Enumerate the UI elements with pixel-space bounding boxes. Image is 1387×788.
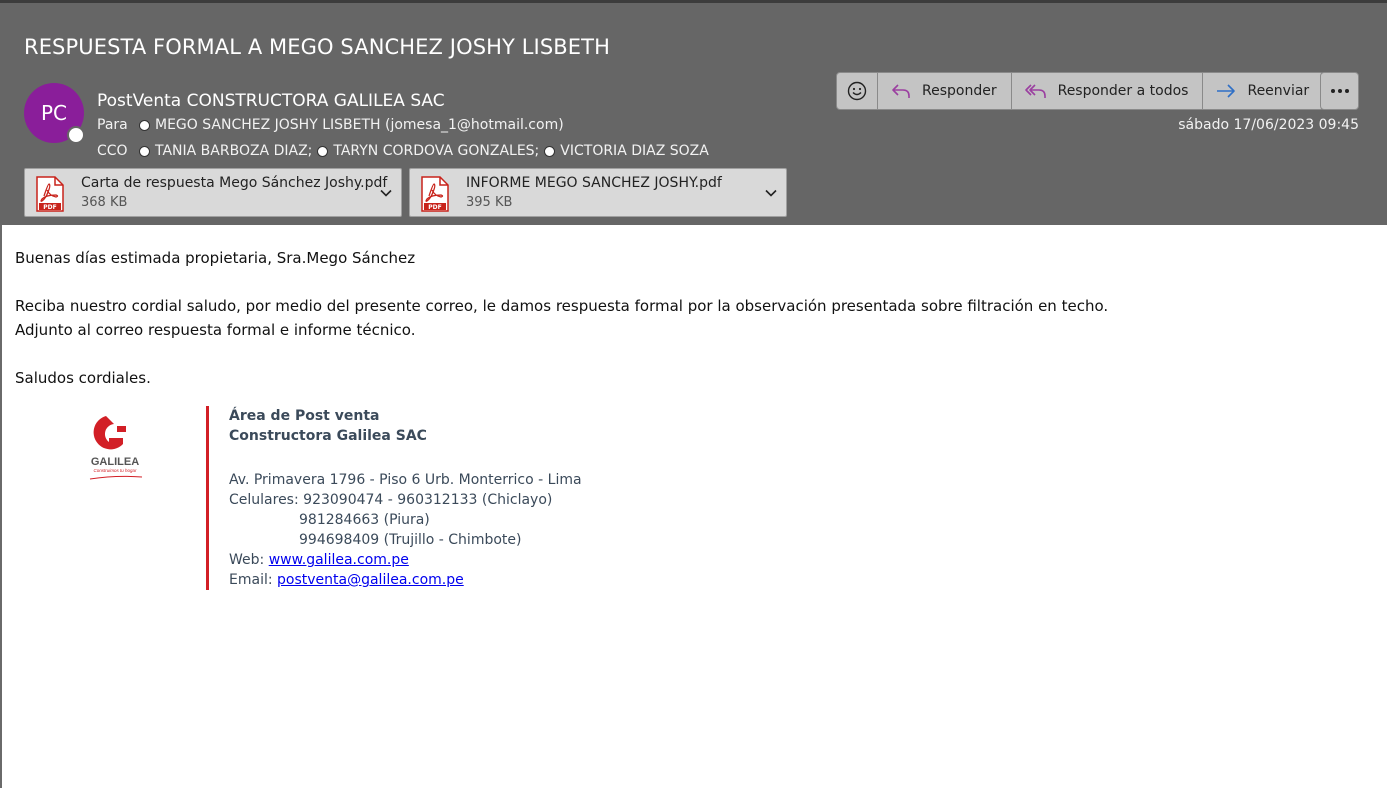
cco-row: CCO TANIA BARBOZA DIAZ; TARYN CORDOVA GO… <box>97 143 709 159</box>
body-paragraph: Adjunto al correo respuesta formal e inf… <box>15 321 416 339</box>
phones-label: Celulares: <box>229 492 304 508</box>
signature-area: Área de Post venta <box>229 408 380 424</box>
svg-text:PDF: PDF <box>43 204 56 211</box>
reply-icon <box>892 84 910 98</box>
signature-phones: Celulares: 923090474 - 960312133 (Chicla… <box>229 490 582 510</box>
more-actions-button[interactable] <box>1320 72 1359 110</box>
pdf-icon: PDF <box>36 176 64 212</box>
logo-tagline: Construimos tu hogar <box>93 468 137 473</box>
galilea-logo: GALILEA Construimos tu hogar <box>89 416 143 480</box>
reply-all-button[interactable]: Responder a todos <box>1011 72 1204 110</box>
forward-button[interactable]: Reenviar <box>1203 72 1325 110</box>
cco-recipient[interactable]: TANIA BARBOZA DIAZ; <box>155 143 312 159</box>
svg-text:PDF: PDF <box>428 204 441 211</box>
smiley-icon <box>847 81 867 101</box>
signature-address: Av. Primavera 1796 - Piso 6 Urb. Monterr… <box>229 472 582 488</box>
attachment-size: 395 KB <box>466 195 513 210</box>
reply-all-label: Responder a todos <box>1057 83 1189 99</box>
pdf-icon: PDF <box>421 176 449 212</box>
to-row: Para MEGO SANCHEZ JOSHY LISBETH (jomesa_… <box>97 117 564 133</box>
recipient-status-icon <box>139 119 150 131</box>
signature-block: Área de Post venta Constructora Galilea … <box>229 406 582 590</box>
recipient-status-icon <box>139 145 150 157</box>
cco-recipient[interactable]: VICTORIA DIAZ SOZA <box>560 143 709 159</box>
body-paragraph: Reciba nuestro cordial saludo, por medio… <box>15 297 1109 315</box>
message-header: RESPUESTA FORMAL A MEGO SANCHEZ JOSHY LI… <box>0 0 1387 225</box>
body-greeting: Buenas días estimada propietaria, Sra.Me… <box>15 249 416 267</box>
body-closing: Saludos cordiales. <box>15 369 151 387</box>
cco-recipient[interactable]: TARYN CORDOVA GONZALES; <box>333 143 539 159</box>
signature-divider <box>206 406 209 590</box>
reply-all-icon <box>1024 84 1046 98</box>
web-label: Web: <box>229 552 269 568</box>
message-date: sábado 17/06/2023 09:45 <box>1178 117 1359 133</box>
phone-number: 923090474 - 960312133 (Chiclayo) <box>303 492 553 508</box>
attachment-card[interactable]: PDF Carta de respuesta Mego Sánchez Josh… <box>24 168 402 217</box>
more-icon <box>1330 89 1349 93</box>
sender-name[interactable]: PostVenta CONSTRUCTORA GALILEA SAC <box>97 91 445 111</box>
recipient-status-icon <box>544 145 556 157</box>
to-recipient[interactable]: MEGO SANCHEZ JOSHY LISBETH (jomesa_1@hot… <box>155 117 564 133</box>
attachment-card[interactable]: PDF INFORME MEGO SANCHEZ JOSHY.pdf 395 K… <box>409 168 787 217</box>
attachment-name: Carta de respuesta Mego Sánchez Joshy.pd… <box>81 175 388 191</box>
cco-label: CCO <box>97 143 128 159</box>
website-link[interactable]: www.galilea.com.pe <box>269 552 409 568</box>
phone-number: 981284663 (Piura) <box>299 512 430 528</box>
reply-label: Responder <box>922 83 997 99</box>
recipient-status-icon <box>317 145 329 157</box>
phone-number: 994698409 (Trujillo - Chimbote) <box>299 532 522 548</box>
forward-icon <box>1217 84 1236 98</box>
message-body: Buenas días estimada propietaria, Sra.Me… <box>15 246 1108 390</box>
signature-web: Web: www.galilea.com.pe <box>229 550 582 570</box>
reaction-button[interactable] <box>836 72 878 110</box>
presence-status-icon <box>67 126 85 144</box>
attachment-name: INFORME MEGO SANCHEZ JOSHY.pdf <box>466 175 722 191</box>
message-toolbar: Responder Responder a todos Reenviar <box>836 72 1325 110</box>
message-subject: RESPUESTA FORMAL A MEGO SANCHEZ JOSHY LI… <box>24 35 610 59</box>
email-link[interactable]: postventa@galilea.com.pe <box>277 572 464 588</box>
reply-button[interactable]: Responder <box>878 72 1012 110</box>
forward-label: Reenviar <box>1247 83 1310 99</box>
chevron-down-icon[interactable] <box>379 186 393 200</box>
email-label: Email: <box>229 572 278 588</box>
attachment-size: 368 KB <box>81 195 128 210</box>
reading-pane-border <box>0 225 2 788</box>
chevron-down-icon[interactable] <box>764 186 778 200</box>
signature-company: Constructora Galilea SAC <box>229 428 427 444</box>
signature-email: Email: postventa@galilea.com.pe <box>229 570 582 590</box>
logo-wordmark: GALILEA <box>91 456 139 468</box>
to-label: Para <box>97 117 128 133</box>
